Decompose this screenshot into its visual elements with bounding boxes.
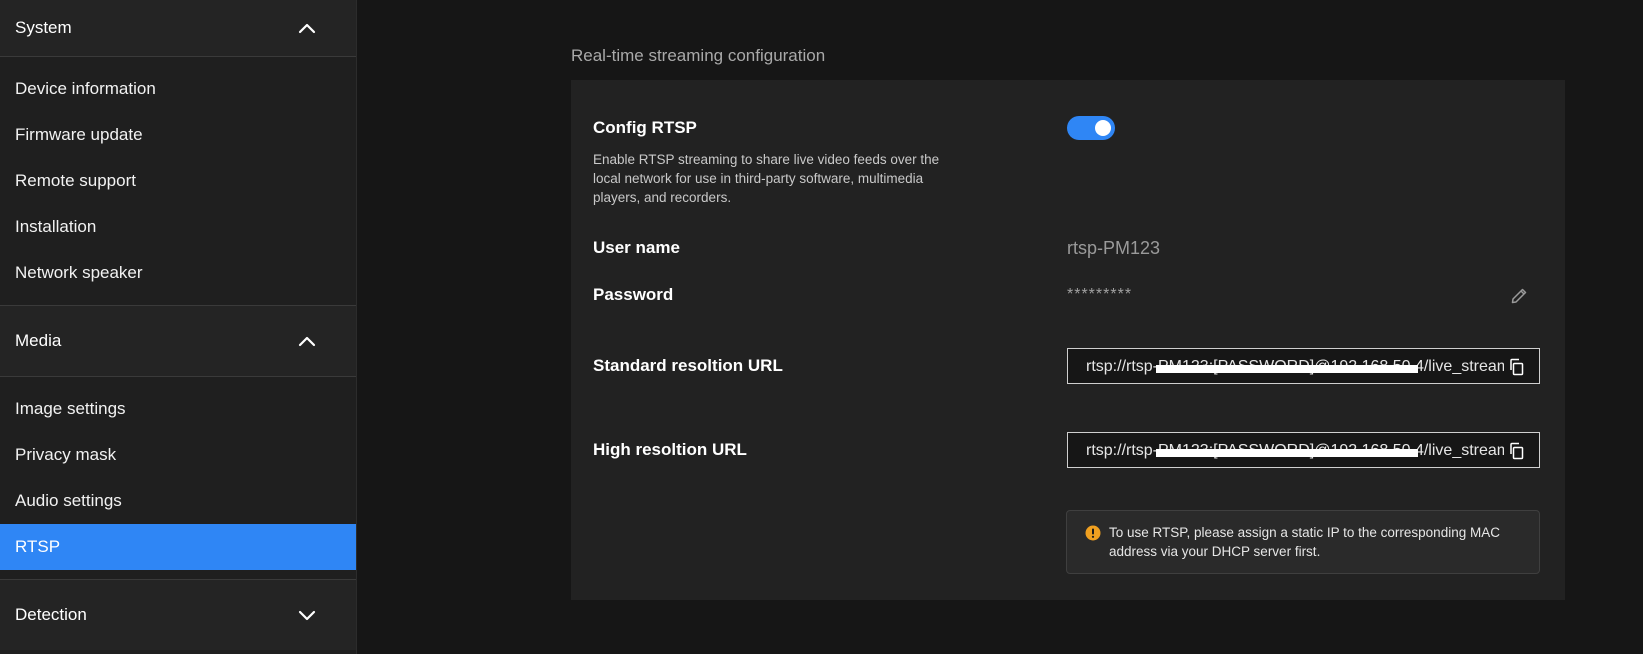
section-title: Real-time streaming configuration xyxy=(571,46,826,65)
rtsp-config-card: Config RTSP Enable RTSP streaming to sha… xyxy=(571,80,1565,600)
section-title: Detection xyxy=(15,605,87,624)
copy-icon[interactable] xyxy=(1507,441,1527,461)
sidebar-section-detection[interactable]: Detection xyxy=(0,580,356,650)
sidebar-item-image-settings[interactable]: Image settings xyxy=(0,386,356,432)
chevron-up-icon[interactable] xyxy=(297,331,317,351)
password-value: ********* xyxy=(1067,286,1133,303)
chevron-up-icon[interactable] xyxy=(297,18,317,38)
redaction-mark xyxy=(1156,365,1418,373)
copy-icon[interactable] xyxy=(1507,357,1527,377)
sidebar-item-network-speaker[interactable]: Network speaker xyxy=(0,250,356,296)
sidebar-item-privacy-mask[interactable]: Privacy mask xyxy=(0,432,356,478)
sidebar-section-media[interactable]: Media xyxy=(0,306,356,376)
system-nav-group: Device information Firmware update Remot… xyxy=(0,57,356,305)
sidebar-item-audio-settings[interactable]: Audio settings xyxy=(0,478,356,524)
standard-url-label: Standard resoltion URL xyxy=(593,356,783,375)
config-rtsp-label: Config RTSP xyxy=(593,118,697,137)
config-rtsp-description: Enable RTSP streaming to share live vide… xyxy=(593,152,940,205)
sidebar-item-remote-support[interactable]: Remote support xyxy=(0,158,356,204)
section-title: Media xyxy=(15,331,62,350)
rtsp-notice: To use RTSP, please assign a static IP t… xyxy=(1066,510,1540,574)
toggle-knob xyxy=(1095,120,1111,136)
sidebar-item-device-information[interactable]: Device information xyxy=(0,66,356,112)
password-label: Password xyxy=(593,285,674,304)
username-label: User name xyxy=(593,238,680,257)
notice-text: To use RTSP, please assign a static IP t… xyxy=(1109,525,1500,559)
section-title: System xyxy=(15,18,72,37)
sidebar-item-rtsp[interactable]: RTSP xyxy=(0,524,356,570)
username-value: rtsp-PM123 xyxy=(1067,238,1161,258)
sidebar-item-installation[interactable]: Installation xyxy=(0,204,356,250)
pencil-icon[interactable] xyxy=(1509,286,1529,306)
warning-icon xyxy=(1085,525,1101,541)
high-url-field[interactable]: rtsp://rtsp-PM123:[PASSWORD]@192.168.50.… xyxy=(1067,432,1540,468)
media-nav-group: Image settings Privacy mask Audio settin… xyxy=(0,377,356,579)
sidebar: System Device information Firmware updat… xyxy=(0,0,357,654)
sidebar-item-firmware-update[interactable]: Firmware update xyxy=(0,112,356,158)
config-rtsp-toggle[interactable] xyxy=(1067,116,1115,140)
redaction-mark xyxy=(1156,449,1418,457)
chevron-down-icon[interactable] xyxy=(297,605,317,625)
sidebar-section-system[interactable]: System xyxy=(0,0,356,56)
high-url-label: High resoltion URL xyxy=(593,440,747,459)
standard-url-field[interactable]: rtsp://rtsp-PM123:[PASSWORD]@192.168.50.… xyxy=(1067,348,1540,384)
